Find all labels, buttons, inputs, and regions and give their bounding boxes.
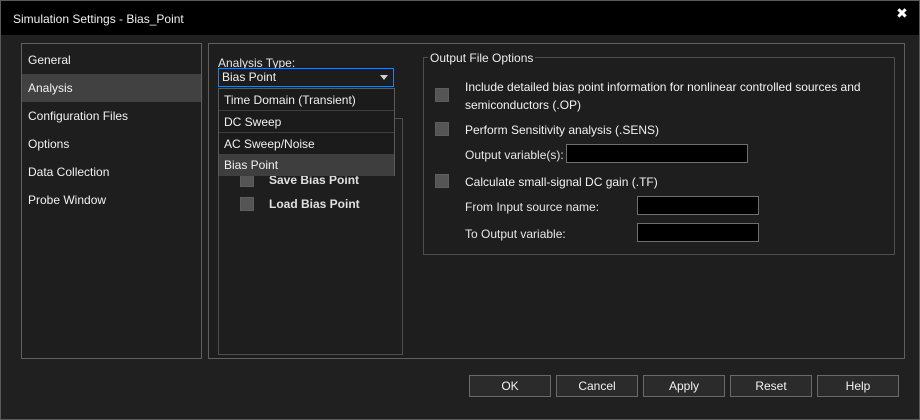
ok-button[interactable]: OK — [469, 375, 551, 397]
tf-label: Calculate small-signal DC gain (.TF) — [465, 175, 658, 189]
output-file-options-legend: Output File Options — [428, 51, 536, 65]
tf-checkbox[interactable] — [435, 174, 449, 188]
cancel-button[interactable]: Cancel — [556, 375, 638, 397]
sens-checkbox[interactable] — [435, 122, 449, 136]
op-label-line1: Include detailed bias point information … — [465, 80, 861, 94]
nav-item-data-collection[interactable]: Data Collection — [22, 158, 201, 186]
load-bias-point-label: Load Bias Point — [269, 197, 360, 211]
nav-item-analysis[interactable]: Analysis — [22, 74, 201, 102]
output-variables-label: Output variable(s): — [465, 148, 564, 162]
analysis-panel: Analysis Type: Bias Point Save Bias Poin… — [208, 43, 905, 359]
dropdown-option-time-domain[interactable]: Time Domain (Transient) — [219, 89, 394, 111]
simulation-settings-dialog: Simulation Settings - Bias_Point ✖ Gener… — [0, 0, 920, 420]
nav-item-general[interactable]: General — [22, 46, 201, 74]
sens-label: Perform Sensitivity analysis (.SENS) — [465, 123, 660, 137]
help-button[interactable]: Help — [817, 375, 899, 397]
from-input-source-label: From Input source name: — [465, 200, 600, 214]
close-icon[interactable]: ✖ — [891, 4, 913, 22]
output-variables-input[interactable] — [566, 144, 748, 163]
settings-category-list: General Analysis Configuration Files Opt… — [21, 43, 202, 359]
analysis-type-select[interactable]: Bias Point — [218, 68, 394, 87]
op-checkbox[interactable] — [435, 88, 449, 102]
chevron-down-icon — [380, 75, 388, 80]
to-output-variable-input[interactable] — [637, 223, 759, 242]
dropdown-option-bias-point[interactable]: Bias Point — [219, 154, 394, 176]
reset-button[interactable]: Reset — [730, 375, 812, 397]
nav-item-probe-window[interactable]: Probe Window — [22, 186, 201, 214]
load-bias-point-checkbox[interactable] — [240, 197, 254, 211]
dropdown-option-ac-sweep-noise[interactable]: AC Sweep/Noise — [219, 133, 394, 155]
from-input-source-input[interactable] — [637, 196, 759, 215]
to-output-variable-label: To Output variable: — [465, 227, 566, 241]
analysis-type-dropdown-list: Time Domain (Transient) DC Sweep AC Swee… — [218, 88, 395, 176]
title-bar[interactable]: Simulation Settings - Bias_Point ✖ — [1, 1, 919, 35]
op-label-line2: semiconductors (.OP) — [465, 98, 582, 112]
window-title: Simulation Settings - Bias_Point — [13, 12, 184, 26]
apply-button[interactable]: Apply — [643, 375, 725, 397]
analysis-type-selected-value: Bias Point — [222, 70, 277, 84]
nav-item-options[interactable]: Options — [22, 130, 201, 158]
nav-item-configuration-files[interactable]: Configuration Files — [22, 102, 201, 130]
dropdown-option-dc-sweep[interactable]: DC Sweep — [219, 111, 394, 133]
